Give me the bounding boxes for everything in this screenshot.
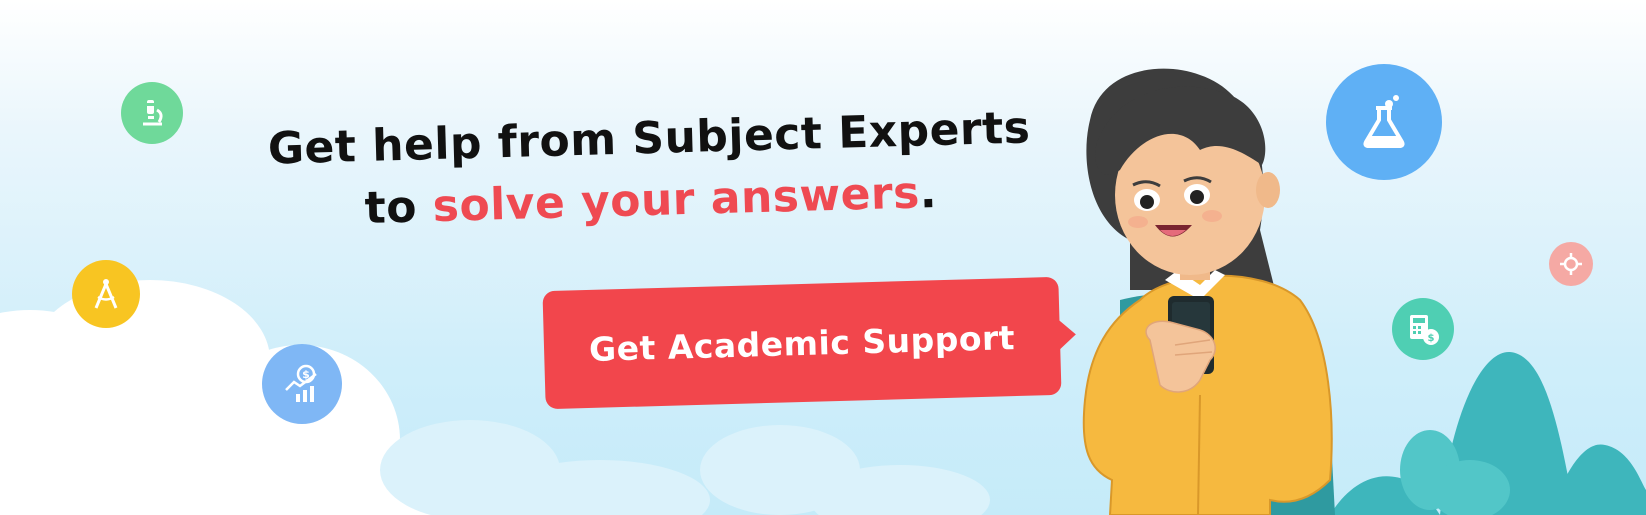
student-illustration xyxy=(1082,68,1335,515)
cloud-distant xyxy=(380,420,990,515)
get-academic-support-button[interactable]: Get Academic Support xyxy=(542,276,1077,410)
microscope-icon xyxy=(121,82,183,144)
calculator-money-icon: $ xyxy=(1392,298,1454,360)
headline-line-2-suffix: . xyxy=(919,167,938,219)
cta-pointer xyxy=(1057,318,1077,351)
cta-label[interactable]: Get Academic Support xyxy=(542,277,1061,409)
headline-line-2-prefix: to xyxy=(364,181,434,234)
headline-highlight: solve your answers xyxy=(432,167,921,233)
svg-text:$: $ xyxy=(1428,333,1435,344)
settings-target-icon xyxy=(1549,242,1593,286)
compass-icon xyxy=(72,260,140,328)
promo-banner: Get help from Subject Experts to solve y… xyxy=(0,0,1646,515)
headline: Get help from Subject Experts to solve y… xyxy=(238,97,1061,244)
flask-icon xyxy=(1326,64,1442,180)
finance-growth-icon: $ xyxy=(262,344,342,424)
